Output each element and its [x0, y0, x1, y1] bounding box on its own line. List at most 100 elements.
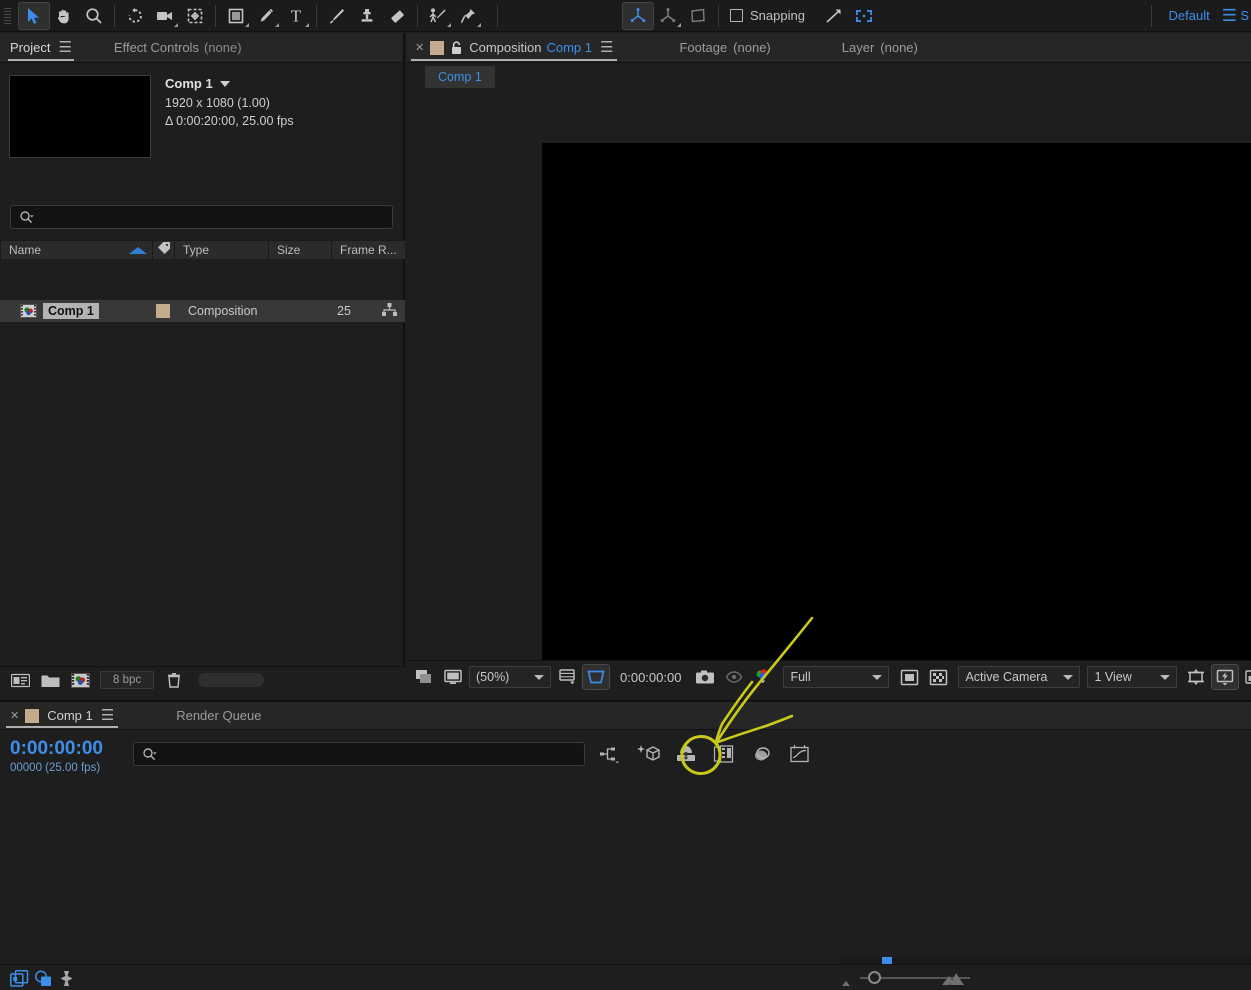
pan-behind-tool[interactable] [180, 3, 210, 29]
row-name-cell[interactable]: Comp 1 [0, 303, 148, 319]
tag-icon [158, 241, 170, 254]
item-title-row[interactable]: Comp 1 [165, 75, 294, 94]
timeline-controls-row: 0:00:00:00 00000 (25.00 fps) [0, 730, 838, 782]
always-preview-icon[interactable] [411, 665, 437, 689]
graph-editor-icon[interactable] [788, 742, 812, 766]
column-name[interactable]: Name [0, 240, 152, 260]
clone-stamp-tool[interactable] [352, 3, 382, 29]
eraser-tool[interactable] [382, 3, 412, 29]
tab-layer[interactable]: Layer (none) [834, 33, 926, 63]
composition-panel-menu-icon[interactable]: ☰ [600, 40, 613, 55]
zoom-in-timeline-icon[interactable] [940, 971, 968, 988]
tab-layer-value: (none) [880, 40, 918, 55]
tab-composition[interactable]: ✕ Composition Comp 1 ☰ [407, 33, 621, 63]
world-axis-mode[interactable] [653, 3, 683, 29]
column-framerate-label: Frame R... [340, 242, 397, 257]
camera-select[interactable]: Active Camera [958, 666, 1081, 688]
snap-arrow-icon[interactable] [819, 3, 849, 29]
column-label[interactable] [152, 240, 174, 260]
selection-tool[interactable] [18, 1, 50, 30]
project-search-field[interactable] [40, 210, 380, 224]
row-label-color[interactable] [156, 304, 170, 318]
channel-rgb-icon[interactable] [750, 665, 776, 689]
toggle-viewer-lock-icon[interactable] [440, 665, 466, 689]
toolbar-grip[interactable] [2, 5, 16, 26]
timeline-graph-icon[interactable] [1241, 665, 1251, 689]
toggle-switches-modes-icon[interactable] [8, 968, 30, 988]
tab-effect-controls[interactable]: Effect Controls (none) [104, 33, 252, 63]
bit-depth-button[interactable]: 8 bpc [100, 671, 155, 689]
viewer-timecode[interactable]: 0:00:00:00 [612, 670, 689, 685]
timeline-horizontal-scrollbar[interactable] [838, 957, 1251, 964]
local-axis-mode[interactable] [622, 1, 654, 30]
delete-icon[interactable] [160, 669, 188, 691]
magnification-select[interactable]: (50%) [469, 666, 551, 688]
frame-blending-icon[interactable] [712, 742, 736, 766]
timeline-search-field[interactable] [163, 747, 573, 761]
table-row[interactable]: Comp 1 Composition 25 [0, 300, 405, 322]
type-tool[interactable]: T [281, 3, 311, 29]
tab-footage[interactable]: Footage (none) [671, 33, 778, 63]
tab-project[interactable]: Project ☰ [0, 33, 82, 63]
new-composition-icon[interactable] [66, 669, 94, 691]
rotation-tool[interactable] [120, 3, 150, 29]
workspace-overflow-icon[interactable]: S [1240, 8, 1249, 23]
hand-tool[interactable] [49, 3, 79, 29]
composition-viewer[interactable] [407, 91, 1251, 660]
snapping-toggle[interactable]: Snapping [724, 8, 811, 23]
panel-menu-icon[interactable]: ☰ [58, 40, 71, 55]
project-search-input[interactable] [10, 205, 393, 229]
zoom-tool[interactable] [79, 3, 109, 29]
roto-brush-tool[interactable] [423, 3, 453, 29]
region-of-interest-icon[interactable] [849, 3, 879, 29]
show-snapshot-icon[interactable] [721, 665, 747, 689]
row-hierarchy-icon[interactable] [382, 302, 397, 320]
interpret-footage-icon[interactable] [6, 669, 34, 691]
sort-ascending-icon[interactable] [129, 246, 147, 254]
resolution-select[interactable]: Full [783, 666, 890, 688]
fast-previews-icon[interactable] [1211, 664, 1240, 690]
puppet-flyout-corner [477, 22, 481, 27]
lock-icon[interactable] [451, 40, 462, 55]
composition-canvas[interactable] [542, 143, 1251, 660]
camera-tool[interactable] [150, 3, 180, 29]
choose-grid-guide-icon[interactable] [554, 665, 580, 689]
subtab-comp1[interactable]: Comp 1 [425, 66, 495, 88]
column-size[interactable]: Size [268, 240, 331, 260]
scrollbar-thumb[interactable] [882, 957, 892, 964]
motion-blur-icon[interactable] [750, 742, 774, 766]
tab-timeline-comp1[interactable]: ✕ Comp 1 ☰ [0, 702, 124, 730]
snapping-checkbox[interactable] [730, 9, 743, 22]
shape-tool[interactable] [221, 3, 251, 29]
close-icon[interactable]: ✕ [415, 41, 424, 54]
composition-mini-flowchart-icon[interactable] [598, 742, 622, 766]
take-snapshot-icon[interactable] [692, 665, 718, 689]
timeline-panel-menu-icon[interactable]: ☰ [101, 708, 114, 723]
timeline-zoom-knob[interactable] [868, 971, 881, 984]
new-folder-icon[interactable] [36, 669, 64, 691]
pen-tool[interactable] [251, 3, 281, 29]
toggle-mask-paths-icon[interactable] [896, 665, 922, 689]
column-framerate[interactable]: Frame R... [331, 240, 401, 260]
timeline-current-time[interactable]: 0:00:00:00 [10, 738, 103, 760]
footer-scrollbar[interactable] [198, 673, 265, 687]
composition-panel: ✕ Composition Comp 1 ☰ Footage (none) La… [407, 33, 1251, 693]
tab-render-queue[interactable]: Render Queue [166, 702, 271, 730]
column-type[interactable]: Type [174, 240, 268, 260]
view-axis-mode[interactable] [683, 3, 713, 29]
brush-tool[interactable] [322, 3, 352, 29]
close-icon[interactable]: ✕ [10, 709, 19, 722]
puppet-pin-tool[interactable] [453, 3, 483, 29]
region-of-interest-icon[interactable] [582, 664, 610, 690]
pixel-aspect-correction-icon[interactable] [1183, 665, 1209, 689]
chevron-down-icon[interactable] [219, 81, 230, 88]
comp-render-icon[interactable] [32, 968, 54, 988]
hide-shy-layers-icon[interactable] [674, 742, 698, 766]
draft-3d-icon[interactable] [636, 742, 660, 766]
views-select[interactable]: 1 View [1087, 666, 1178, 688]
transparency-grid-icon[interactable] [925, 665, 951, 689]
stretch-icon[interactable] [55, 968, 77, 988]
timeline-search-input[interactable] [133, 742, 585, 766]
zoom-out-timeline-icon[interactable] [838, 975, 858, 989]
workspace-name[interactable]: Default [1157, 8, 1222, 23]
